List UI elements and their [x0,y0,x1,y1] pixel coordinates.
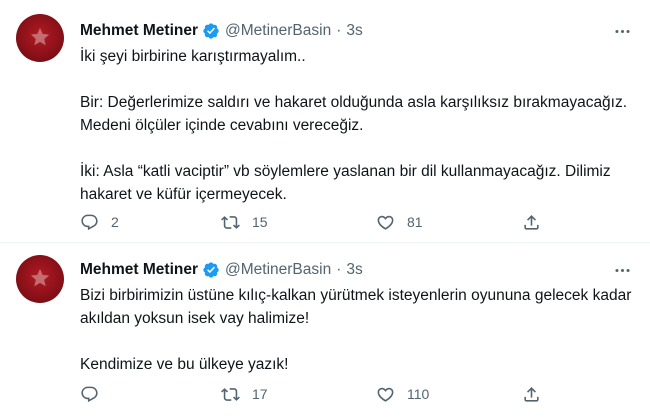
reply-button[interactable] [80,383,99,405]
tweet-text: Bizi birbirimizin üstüne kılıç-kalkan yü… [80,284,634,376]
retweet-count: 17 [252,386,268,402]
author-handle[interactable]: @MetinerBasin [225,261,331,279]
retweet-button[interactable]: 17 [221,383,268,405]
tweet-paragraph: Bir: Değerlerimize saldırı ve hakaret ol… [80,94,628,134]
more-dots-icon [614,268,630,272]
tweet-actions: 17 110 [80,383,550,405]
reply-icon [81,214,98,230]
tweet-text: İki şeyi birbirine karıştırmayalım.. Bir… [80,45,634,206]
tweet-paragraph: İki şeyi birbirine karıştırmayalım.. [80,48,306,65]
retweet-icon [221,387,240,401]
heart-icon [377,215,394,230]
tweet-paragraph: Kendimize ve bu ülkeye yazık! [80,356,289,373]
more-dots-icon [614,29,630,33]
timestamp[interactable]: 3s [346,22,362,40]
more-button[interactable] [610,19,634,43]
reply-button[interactable]: 2 [80,211,119,233]
separator-dot: · [336,22,342,39]
tweet-content: Mehmet Metiner @MetinerBasin · 3s İki şe… [80,19,634,206]
tweet-paragraph: İki: Asla “katli vaciptir” vb söylemlere… [80,163,611,203]
tweet-paragraph: Bizi birbirimizin üstüne kılıç-kalkan yü… [80,287,632,327]
timestamp[interactable]: 3s [346,261,362,279]
avatar[interactable] [16,255,64,303]
retweet-button[interactable]: 15 [221,211,268,233]
retweet-count: 15 [252,214,268,230]
tweet-actions: 2 15 81 [80,211,550,233]
like-button[interactable]: 81 [376,211,423,233]
like-count: 81 [407,214,423,230]
heart-icon [377,387,394,402]
separator-dot: · [336,261,342,278]
share-icon [524,386,539,402]
tweet-header: Mehmet Metiner @MetinerBasin · 3s [80,258,634,282]
share-button[interactable] [522,383,541,405]
author-name[interactable]: Mehmet Metiner [80,261,198,279]
reply-count: 2 [111,214,119,230]
star-icon [30,268,50,287]
star-icon [30,27,50,46]
tweet-content: Mehmet Metiner @MetinerBasin · 3s Bizi b… [80,258,634,376]
tweet-header: Mehmet Metiner @MetinerBasin · 3s [80,19,634,43]
verified-badge-icon [203,262,219,278]
tweet[interactable]: Mehmet Metiner @MetinerBasin · 3s İki şe… [0,0,650,243]
author-name[interactable]: Mehmet Metiner [80,22,198,40]
like-button[interactable]: 110 [376,383,429,405]
retweet-icon [221,215,240,229]
author-handle[interactable]: @MetinerBasin [225,22,331,40]
more-button[interactable] [610,258,634,282]
share-button[interactable] [522,211,541,233]
verified-badge-icon [203,23,219,39]
reply-icon [81,386,98,402]
avatar[interactable] [16,14,64,62]
like-count: 110 [407,386,430,402]
share-icon [524,214,539,230]
